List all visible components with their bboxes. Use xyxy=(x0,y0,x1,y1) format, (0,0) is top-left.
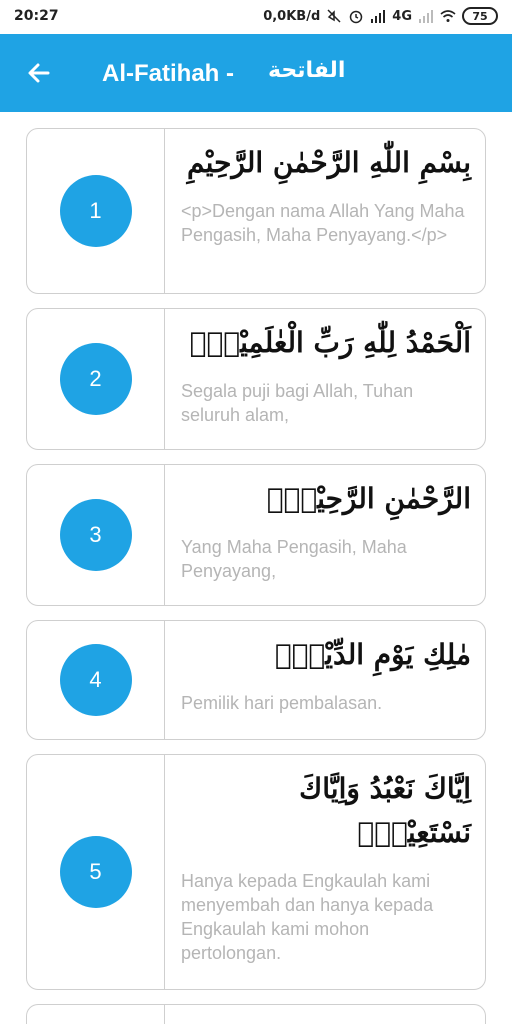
verse-arabic: اِيَّاكَ نَعْبُدُ وَاِيَّاكَ نَسْتَعِيْن… xyxy=(299,772,471,849)
app-bar: Al-Fatihah - الفاتحة xyxy=(0,34,512,112)
back-button[interactable] xyxy=(22,56,56,90)
arrow-back-icon xyxy=(28,63,50,83)
status-time: 20:27 xyxy=(14,8,59,24)
signal-weak-icon xyxy=(419,10,433,23)
alarm-icon xyxy=(350,10,363,24)
verse-card[interactable]: 4 مٰلِكِ يَوْمِ الدِّيْنِۗ Pemilik hari … xyxy=(26,620,486,740)
verse-card-partial[interactable] xyxy=(26,1004,486,1024)
verse-number-cell: 1 xyxy=(27,129,165,293)
verse-number-cell: 3 xyxy=(27,465,165,605)
status-bar: 20:27 0,0KB/d 4G 75 xyxy=(0,0,512,34)
verse-number-badge: 4 xyxy=(59,644,132,716)
verse-content: اَلْحَمْدُ لِلّٰهِ رَبِّ الْعٰلَمِيْنَۙ … xyxy=(165,309,485,449)
verse-card[interactable]: 2 اَلْحَمْدُ لِلّٰهِ رَبِّ الْعٰلَمِيْنَ… xyxy=(26,308,486,450)
status-icons: 0,0KB/d 4G 75 xyxy=(263,7,498,25)
verse-translation: Pemilik hari pembalasan. xyxy=(181,693,383,713)
verse-arabic: اَلْحَمْدُ لِلّٰهِ رَبِّ الْعٰلَمِيْنَۙ xyxy=(189,326,471,359)
verse-translation: Hanya kepada Engkaulah kami menyembah da… xyxy=(181,871,434,963)
verse-translation: Yang Maha Pengasih, Maha Penyayang, xyxy=(181,537,407,581)
verse-number-badge: 5 xyxy=(59,836,132,908)
verse-translation: Segala puji bagi Allah, Tuhan seluruh al… xyxy=(181,381,414,425)
verse-content: اِيَّاكَ نَعْبُدُ وَاِيَّاكَ نَسْتَعِيْن… xyxy=(165,755,485,989)
verse-card[interactable]: 3 الرَّحْمٰنِ الرَّحِيْمِۙ Yang Maha Pen… xyxy=(26,464,486,606)
battery-indicator: 75 xyxy=(462,7,498,25)
signal-icon xyxy=(371,10,386,23)
verse-content xyxy=(165,1005,485,1024)
verse-content: مٰلِكِ يَوْمِ الدِّيْنِۗ Pemilik hari pe… xyxy=(165,621,485,739)
network-type: 4G xyxy=(392,8,412,24)
verse-content: بِسْمِ اللّٰهِ الرَّحْمٰنِ الرَّحِيْمِ <… xyxy=(165,129,485,293)
verse-arabic: الرَّحْمٰنِ الرَّحِيْمِۙ xyxy=(266,482,471,515)
verse-number-cell: 2 xyxy=(27,309,165,449)
page-title: Al-Fatihah - xyxy=(102,60,234,87)
network-speed: 0,0KB/d xyxy=(263,8,321,24)
verse-card[interactable]: 1 بِسْمِ اللّٰهِ الرَّحْمٰنِ الرَّحِيْمِ… xyxy=(26,128,486,294)
verse-content: الرَّحْمٰنِ الرَّحِيْمِۙ Yang Maha Penga… xyxy=(165,465,485,605)
verse-number-badge: 1 xyxy=(59,175,132,247)
verse-number-cell: 4 xyxy=(27,621,165,739)
verse-number-badge: 3 xyxy=(59,499,132,571)
verse-arabic: مٰلِكِ يَوْمِ الدِّيْنِۗ xyxy=(274,638,471,671)
verse-card[interactable]: 5 اِيَّاكَ نَعْبُدُ وَاِيَّاكَ نَسْتَعِي… xyxy=(26,754,486,990)
verse-number-badge: 2 xyxy=(59,343,132,415)
verse-arabic: بِسْمِ اللّٰهِ الرَّحْمٰنِ الرَّحِيْمِ xyxy=(187,146,471,179)
wifi-icon xyxy=(440,10,456,22)
verse-number-cell: 5 xyxy=(27,755,165,989)
page-title-arabic: الفاتحة xyxy=(268,58,346,83)
verse-translation: <p>Dengan nama Allah Yang Maha Pengasih,… xyxy=(181,201,465,245)
verse-number-cell xyxy=(27,1005,165,1024)
mute-icon xyxy=(327,9,341,23)
